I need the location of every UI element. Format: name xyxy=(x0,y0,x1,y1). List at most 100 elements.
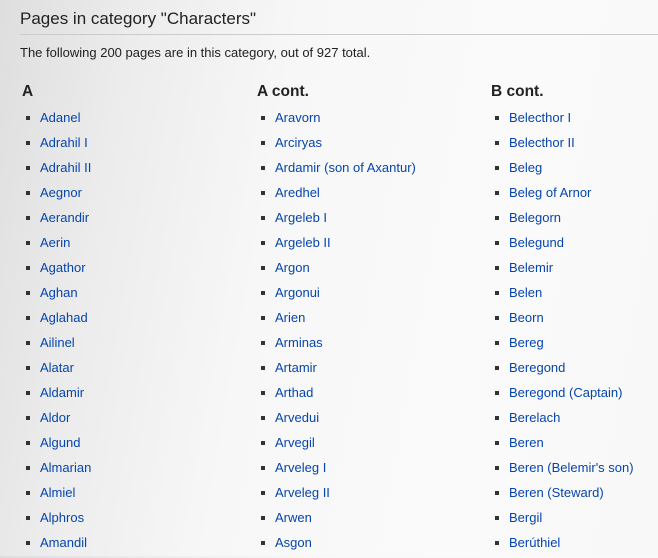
page-link[interactable]: Beregond (Captain) xyxy=(509,385,622,400)
column-heading: A cont. xyxy=(257,83,309,100)
page-link[interactable]: Belegund xyxy=(509,235,564,250)
page-link[interactable]: Adrahil I xyxy=(40,135,88,150)
page-link[interactable]: Arvedui xyxy=(275,410,319,425)
page-link[interactable]: Arwen xyxy=(275,510,312,525)
list-item: Arveleg I xyxy=(257,458,491,483)
list-item: Aldamir xyxy=(22,383,256,408)
page-link[interactable]: Amandil xyxy=(40,535,87,550)
page-link[interactable]: Aerin xyxy=(40,235,70,250)
bullet-icon xyxy=(495,516,499,520)
page-link[interactable]: Almarian xyxy=(40,460,91,475)
bullet-icon xyxy=(495,191,499,195)
bullet-icon xyxy=(261,416,265,420)
list-item: Belecthor II xyxy=(491,133,658,158)
page-link[interactable]: Ardamir (son of Axantur) xyxy=(275,160,416,175)
bullet-icon xyxy=(495,341,499,345)
page-link[interactable]: Aglahad xyxy=(40,310,88,325)
page-link[interactable]: Belecthor II xyxy=(509,135,575,150)
list-item: Arminas xyxy=(257,333,491,358)
list-item: Argonui xyxy=(257,283,491,308)
list-item: Belecthor I xyxy=(491,108,658,133)
page-link[interactable]: Berúthiel xyxy=(509,535,560,550)
list-item: Bergil xyxy=(491,508,658,533)
bullet-icon xyxy=(261,391,265,395)
column-a: A Adanel Adrahil I Adrahil II Aegnor Aerandi… xyxy=(22,83,256,558)
list-item: Aldor xyxy=(22,408,256,433)
page-link[interactable]: Berelach xyxy=(509,410,560,425)
page-link[interactable]: Beren xyxy=(509,435,544,450)
page-link[interactable]: Bereg xyxy=(509,335,544,350)
bullet-icon xyxy=(261,366,265,370)
page-link[interactable]: Ailinel xyxy=(40,335,75,350)
page-link[interactable]: Arvegil xyxy=(275,435,315,450)
page-link[interactable]: Arveleg II xyxy=(275,485,330,500)
bullet-icon xyxy=(261,291,265,295)
column-b-cont: B cont. Belecthor I Belecthor II Beleg Bele… xyxy=(491,83,658,558)
list-item: Agathor xyxy=(22,258,256,283)
bullet-icon xyxy=(261,491,265,495)
page-link[interactable]: Artamir xyxy=(275,360,317,375)
page-link[interactable]: Algund xyxy=(40,435,80,450)
bullet-icon xyxy=(261,266,265,270)
bullet-icon xyxy=(261,341,265,345)
page-link[interactable]: Bergil xyxy=(509,510,542,525)
page-link[interactable]: Argon xyxy=(275,260,310,275)
bullet-icon xyxy=(26,341,30,345)
bullet-icon xyxy=(261,441,265,445)
page-link[interactable]: Belen xyxy=(509,285,542,300)
page-link[interactable]: Arminas xyxy=(275,335,323,350)
page-link[interactable]: Aerandir xyxy=(40,210,89,225)
list-item: Beorn xyxy=(491,308,658,333)
page-link[interactable]: Aravorn xyxy=(275,110,321,125)
page-link[interactable]: Arciryas xyxy=(275,135,322,150)
bullet-icon xyxy=(495,391,499,395)
page-link[interactable]: Alphros xyxy=(40,510,84,525)
page-link[interactable]: Argeleb I xyxy=(275,210,327,225)
list-item: Arien xyxy=(257,308,491,333)
bullet-icon xyxy=(495,116,499,120)
page-link[interactable]: Adrahil II xyxy=(40,160,91,175)
page-link[interactable]: Beorn xyxy=(509,310,544,325)
page-link[interactable]: Beleg of Arnor xyxy=(509,185,591,200)
page-link[interactable]: Agathor xyxy=(40,260,86,275)
list-item: Aerandir xyxy=(22,208,256,233)
page-link[interactable]: Arien xyxy=(275,310,305,325)
bullet-icon xyxy=(26,466,30,470)
page-link[interactable]: Asgon xyxy=(275,535,312,550)
list-item: Beregond xyxy=(491,358,658,383)
page-link[interactable]: Aldor xyxy=(40,410,70,425)
page-link[interactable]: Argonui xyxy=(275,285,320,300)
bullet-icon xyxy=(261,541,265,545)
page-link[interactable]: Beleg xyxy=(509,160,542,175)
page-link[interactable]: Beregond xyxy=(509,360,565,375)
bullet-icon xyxy=(26,366,30,370)
page-link[interactable]: Argeleb II xyxy=(275,235,331,250)
list-item: Algund xyxy=(22,433,256,458)
page-link[interactable]: Belegorn xyxy=(509,210,561,225)
page-link[interactable]: Adanel xyxy=(40,110,80,125)
page-link[interactable]: Almiel xyxy=(40,485,75,500)
list-item: Asgon xyxy=(257,533,491,558)
list-item: Belemir xyxy=(491,258,658,283)
page-link[interactable]: Alatar xyxy=(40,360,74,375)
page-link[interactable]: Aldamir xyxy=(40,385,84,400)
list-item: Almiel xyxy=(22,483,256,508)
page-link[interactable]: Aredhel xyxy=(275,185,320,200)
bullet-icon xyxy=(26,416,30,420)
page-link[interactable]: Beren (Belemir's son) xyxy=(509,460,634,475)
page-link[interactable]: Arveleg I xyxy=(275,460,326,475)
list-item: Almarian xyxy=(22,458,256,483)
page-link[interactable]: Aegnor xyxy=(40,185,82,200)
list-item: Arthad xyxy=(257,383,491,408)
page-link[interactable]: Arthad xyxy=(275,385,313,400)
list-item: Arvedui xyxy=(257,408,491,433)
page-link[interactable]: Beren (Steward) xyxy=(509,485,604,500)
page-link[interactable]: Belecthor I xyxy=(509,110,571,125)
bullet-icon xyxy=(261,166,265,170)
list-item: Argon xyxy=(257,258,491,283)
page-link[interactable]: Belemir xyxy=(509,260,553,275)
list-item: Beregond (Captain) xyxy=(491,383,658,408)
bullet-icon xyxy=(26,216,30,220)
list-item: Belegund xyxy=(491,233,658,258)
page-link[interactable]: Aghan xyxy=(40,285,78,300)
